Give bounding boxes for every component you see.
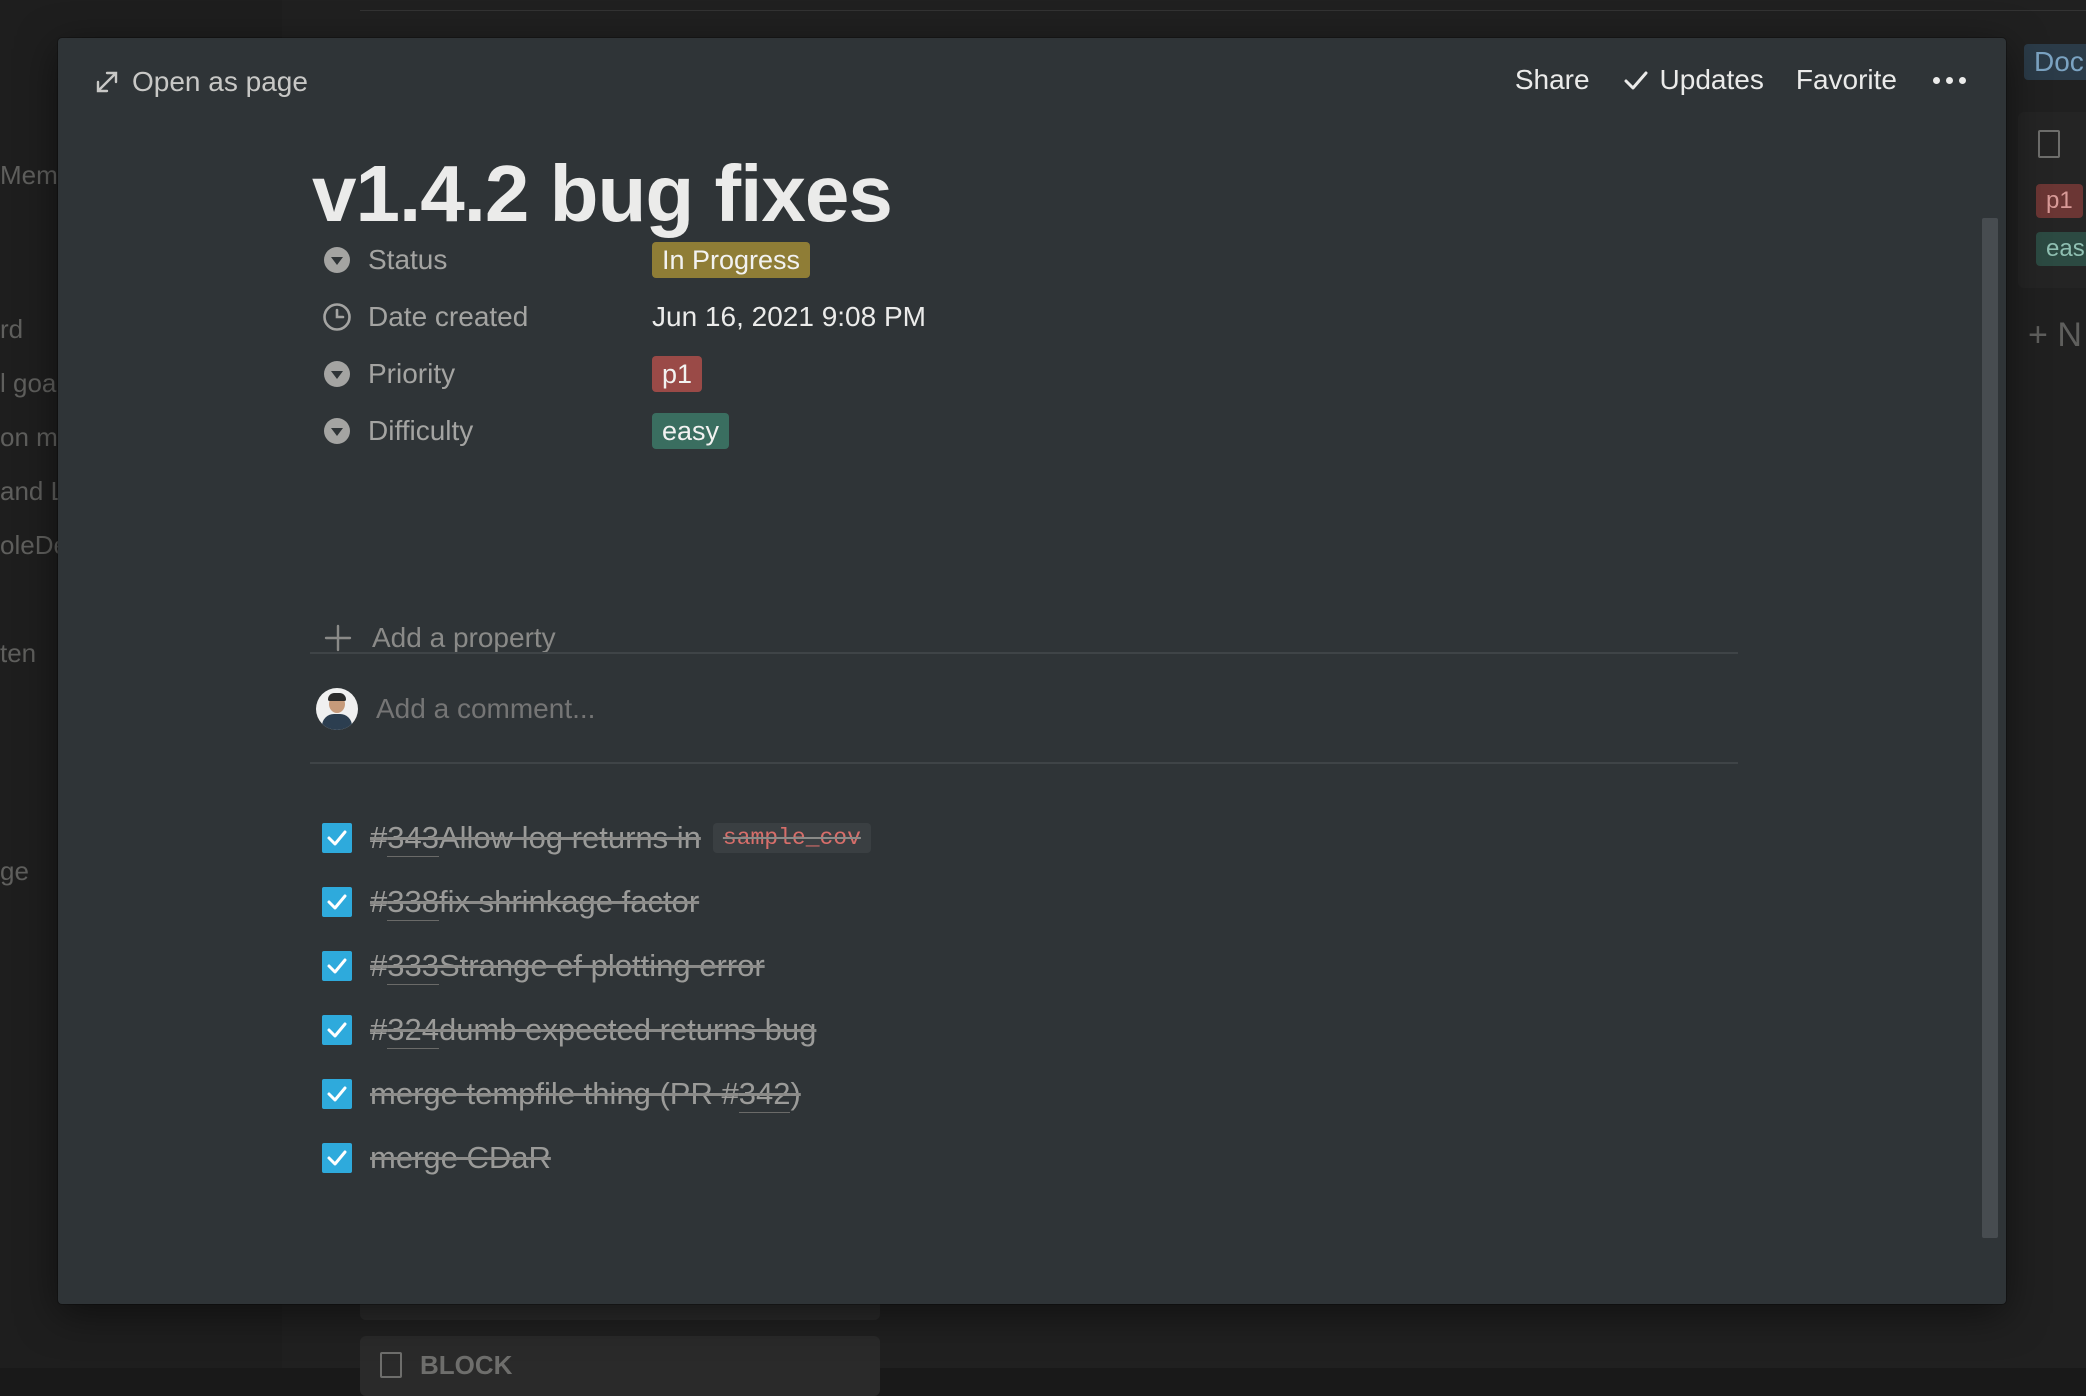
- sidebar-fragment: ten: [0, 638, 37, 668]
- todo-text: fix shrinkage factor: [438, 884, 700, 919]
- more-options-button[interactable]: [1929, 76, 1970, 84]
- property-row-priority[interactable]: Priority p1: [322, 350, 1722, 398]
- todo-item: #343 Allow log returns in sample_cov: [322, 814, 871, 862]
- page-icon: [2038, 130, 2060, 158]
- clock-icon: [323, 303, 351, 331]
- issue-link[interactable]: 343: [387, 820, 439, 857]
- todo-prefix: #: [370, 1012, 388, 1047]
- todo-item: #333 Strange ef plotting error: [322, 942, 765, 990]
- issue-link[interactable]: 338: [387, 884, 439, 921]
- check-icon: [1624, 71, 1648, 90]
- favorite-label: Favorite: [1795, 64, 1897, 95]
- avatar: [316, 688, 358, 730]
- updates-button[interactable]: Updates: [1622, 64, 1764, 96]
- checkmark-icon: [327, 1022, 347, 1038]
- open-as-page-label: Open as page: [132, 66, 308, 97]
- date-created-value: Jun 16, 2021 9:08 PM: [652, 301, 926, 332]
- background-tag: eas: [2036, 232, 2086, 266]
- divider: [310, 762, 1738, 764]
- todo-item: #324 dumb expected returns bug: [322, 1006, 816, 1054]
- select-icon: [324, 247, 350, 273]
- background-divider: [360, 10, 2086, 11]
- add-property-label: Add a property: [372, 622, 556, 653]
- property-row-difficulty[interactable]: Difficulty easy: [322, 407, 1722, 455]
- plus-icon: [324, 624, 352, 652]
- checkbox[interactable]: [322, 1079, 352, 1109]
- select-icon: [324, 361, 350, 387]
- updates-label: Updates: [1659, 64, 1764, 95]
- background-card-label: BLOCK: [420, 1350, 513, 1380]
- todo-prefix: #: [370, 820, 388, 855]
- share-label: Share: [1514, 64, 1590, 95]
- add-property-button[interactable]: Add a property: [322, 622, 556, 654]
- property-label: Date created: [368, 301, 529, 332]
- todo-text: Strange ef plotting error: [438, 948, 765, 983]
- todo-text: Allow log returns in: [438, 820, 701, 855]
- status-badge[interactable]: In Progress: [652, 242, 811, 278]
- todo-text: merge CDaR: [370, 1140, 551, 1175]
- priority-badge[interactable]: p1: [652, 356, 703, 392]
- scrollbar[interactable]: [1982, 218, 1998, 1238]
- page-title[interactable]: v1.4.2 bug fixes: [312, 148, 893, 240]
- divider: [310, 652, 1738, 654]
- checkmark-icon: [327, 958, 347, 974]
- todo-item: merge CDaR: [322, 1134, 551, 1182]
- share-button[interactable]: Share: [1515, 64, 1590, 96]
- checkmark-icon: [327, 1150, 347, 1166]
- more-dots-icon: [1959, 76, 1966, 84]
- property-row-date-created[interactable]: Date created Jun 16, 2021 9:08 PM: [322, 293, 1722, 341]
- page-icon: [380, 1352, 402, 1378]
- todo-item: #338 fix shrinkage factor: [322, 878, 699, 926]
- sidebar-fragment: on m: [0, 422, 58, 452]
- expand-arrows-icon: [96, 71, 118, 93]
- background-new-label: N: [2057, 316, 2082, 354]
- avatar-body: [322, 714, 352, 730]
- background-new-button: + N: [2028, 316, 2082, 354]
- inline-code: sample_cov: [712, 823, 871, 853]
- property-label: Priority: [368, 358, 456, 389]
- page-peek-modal: Open as page Share Updates Favorite v1.4…: [58, 38, 2006, 1304]
- checkbox[interactable]: [322, 1015, 352, 1045]
- sidebar-fragment: and L: [0, 476, 66, 506]
- property-row-status[interactable]: Status In Progress: [322, 236, 1722, 284]
- issue-link[interactable]: 333: [387, 948, 439, 985]
- background-card: BLOCK: [360, 1336, 880, 1396]
- comment-input[interactable]: [374, 692, 1178, 726]
- more-dots-icon: [1946, 76, 1953, 84]
- favorite-button[interactable]: Favorite: [1796, 64, 1897, 96]
- checkbox[interactable]: [322, 951, 352, 981]
- todo-prefix: #: [370, 948, 388, 983]
- issue-link[interactable]: 324: [387, 1012, 439, 1049]
- background-view-tab: Doc: [2024, 44, 2086, 80]
- more-dots-icon: [1933, 76, 1940, 84]
- sidebar-fragment: rd: [0, 314, 24, 344]
- avatar-hair: [328, 693, 346, 701]
- todo-text: dumb expected returns bug: [438, 1012, 817, 1047]
- difficulty-badge[interactable]: easy: [652, 413, 730, 449]
- issue-link[interactable]: 342: [738, 1076, 791, 1113]
- todo-prefix: merge tempfile thing (PR #: [370, 1076, 739, 1111]
- sidebar-fragment: l goa: [0, 368, 57, 398]
- background-tag: p1: [2036, 184, 2083, 218]
- checkmark-icon: [327, 1086, 347, 1102]
- checkbox[interactable]: [322, 823, 352, 853]
- todo-suffix: ): [790, 1076, 801, 1111]
- open-as-page-button[interactable]: Open as page: [94, 66, 308, 98]
- comment-bar: [316, 688, 1178, 730]
- property-label: Difficulty: [368, 415, 474, 446]
- property-label: Status: [368, 244, 448, 275]
- todo-prefix: #: [370, 884, 388, 919]
- checkbox[interactable]: [322, 887, 352, 917]
- modal-toolbar: Share Updates Favorite: [1515, 64, 1970, 96]
- checkmark-icon: [327, 894, 347, 910]
- todo-item: merge tempfile thing (PR #342): [322, 1070, 801, 1118]
- sidebar-fragment: ge: [0, 856, 29, 886]
- select-icon: [324, 418, 350, 444]
- checkbox[interactable]: [322, 1143, 352, 1173]
- checkmark-icon: [327, 830, 347, 846]
